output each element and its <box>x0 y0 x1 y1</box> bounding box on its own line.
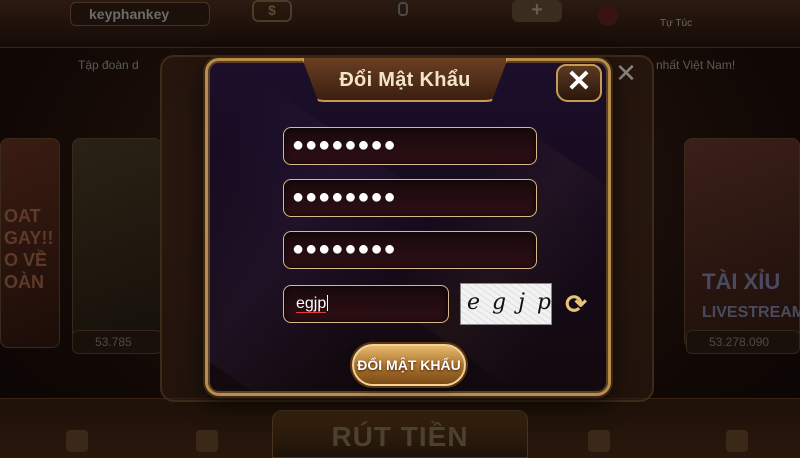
refresh-captcha-icon[interactable]: ⟳ <box>562 291 590 319</box>
taixiu-label: TÀI XỈU <box>702 269 781 294</box>
withdraw-button: RÚT TIỀN <box>272 410 528 458</box>
game-card-balance: 53.785 <box>72 330 162 354</box>
livestream-balance: 53.278.090 <box>686 330 800 354</box>
new-password-field[interactable]: ●●●●●●●● <box>283 179 537 217</box>
bottom-nav-icon <box>196 430 218 452</box>
bottom-nav-icon <box>66 430 88 452</box>
username-display: keyphankey <box>70 2 210 26</box>
captcha-input[interactable]: egjp <box>283 285 449 323</box>
gift-icon <box>598 6 618 26</box>
dialog-title: Đổi Mật Khẩu <box>339 69 471 91</box>
promo-text: OAT GAY!! O VỀ OÀN <box>4 206 54 292</box>
change-password-button[interactable]: ĐỔI MẬT KHẨU <box>352 344 466 386</box>
background-close-icon: ✕ <box>615 58 637 88</box>
captcha-input-value: egjp <box>296 295 327 313</box>
text-caret <box>327 295 329 311</box>
coin-icon: $ <box>252 0 292 22</box>
confirm-password-field[interactable]: ●●●●●●●● <box>283 231 537 269</box>
captcha-image: egjp <box>460 283 552 325</box>
captcha-noise <box>461 284 551 324</box>
lock-icon <box>398 2 408 16</box>
marquee-text-right: nhất Việt Nam! <box>656 58 736 72</box>
bottom-nav-icon <box>726 430 748 452</box>
tutuc-label: Tự Túc <box>660 18 693 29</box>
change-password-dialog: Đổi Mật Khẩu ✕ ●●●●●●●● ●●●●●●●● ●●●●●●●… <box>205 58 611 396</box>
livestream-label: LIVESTREAM <box>702 304 800 321</box>
bottom-nav-icon <box>588 430 610 452</box>
old-password-field[interactable]: ●●●●●●●● <box>283 127 537 165</box>
close-button[interactable]: ✕ <box>556 64 602 102</box>
add-funds-button: + <box>512 0 562 22</box>
game-card <box>72 138 162 348</box>
marquee-text-left: Tập đoàn d <box>78 58 139 72</box>
